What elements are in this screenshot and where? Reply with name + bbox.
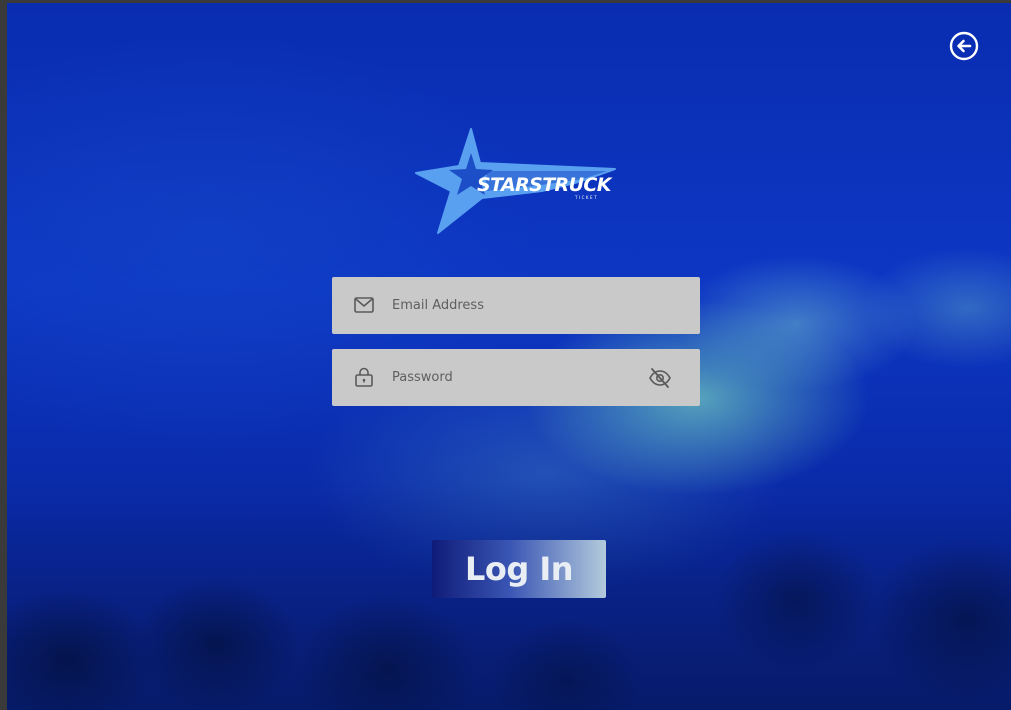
lock-icon: [355, 367, 373, 387]
email-field[interactable]: [332, 277, 700, 334]
eye-slash-icon[interactable]: [648, 367, 672, 389]
arrow-left-circle-icon: [949, 31, 979, 61]
brand-subtitle: TICKET: [575, 195, 599, 200]
brand-name: STARSTRUCK: [477, 174, 611, 196]
starstruck-logo: STARSTRUCK TICKET: [407, 125, 617, 240]
envelope-icon: [354, 297, 374, 313]
password-field[interactable]: [332, 349, 700, 406]
password-input[interactable]: [392, 349, 632, 406]
back-button[interactable]: [949, 31, 979, 61]
login-screen: STARSTRUCK TICKET Log In: [7, 3, 1011, 710]
login-button[interactable]: Log In: [432, 540, 606, 598]
email-input[interactable]: [392, 277, 632, 334]
